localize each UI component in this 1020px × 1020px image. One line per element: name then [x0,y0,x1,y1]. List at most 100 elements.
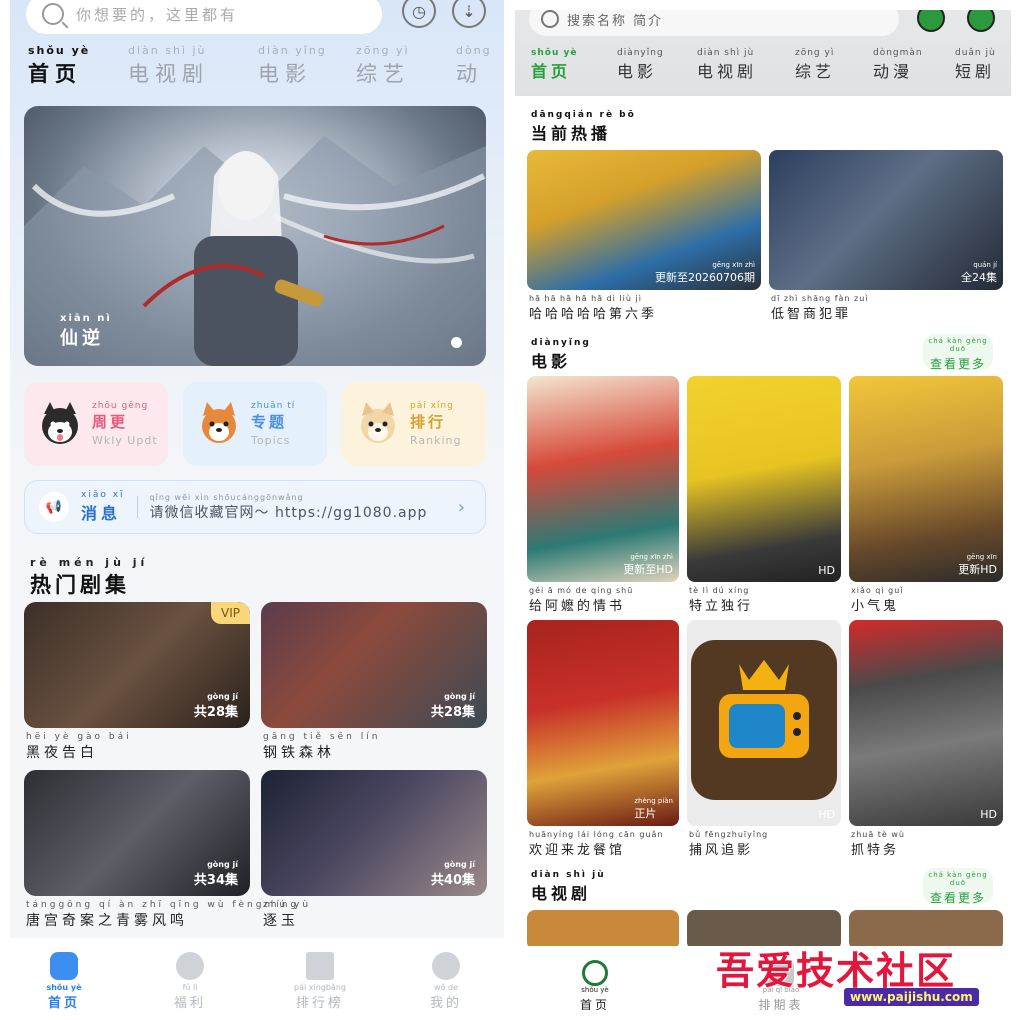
movie-title[interactable]: tè lì dú xíng 特立独行 [689,586,753,614]
tab-movie[interactable]: diànyǐng 电影 [617,48,664,82]
banner-title-pinyin: xiān nì [60,313,112,324]
chevron-right-icon: › [457,497,465,518]
history-icon[interactable] [967,10,995,32]
section-pinyin: diànyǐng [531,338,591,348]
nav-pinyin: fú lì [182,983,198,992]
show-card[interactable]: gòng jí 共34集 [24,770,250,896]
tab-pinyin: dòng [456,44,492,57]
nav-pinyin: wǒ de [434,983,458,992]
nav-pinyin: shǒu yè [581,986,609,994]
quick-subtitle: Wkly Updt [92,434,158,447]
weekly-update-button[interactable]: zhōu gēng 周更 Wkly Updt [24,382,168,466]
quick-pinyin: zhōu gēng [92,401,149,411]
section-heading: 电影 [531,352,572,371]
nav-label: 首页 [579,998,610,1010]
hero-banner[interactable]: xiān nì 仙逆 [24,106,486,366]
tag-text: 更新至20260706期 [655,271,755,284]
title-text: 小气鬼 [851,599,900,614]
tab-home[interactable]: shǒu yè 首页 [531,48,577,82]
show-card[interactable]: gòng jí 共28集 [261,602,487,728]
tab-label: 电影 [258,62,312,86]
carousel-indicator[interactable] [451,337,462,348]
movie-title[interactable]: xiǎo qì guǐ 小气鬼 [851,586,904,614]
nav-ranking[interactable]: pái xíngbǎng 排行榜 [280,952,360,1011]
movie-title[interactable]: huānyíng lái lóng cān guǎn 欢迎来龙餐馆 [529,830,664,858]
movie-title[interactable]: zhuā tè wù 抓特务 [851,830,905,858]
show-title[interactable]: zhú yù 逐玉 [263,900,311,930]
section-heading: 热门剧集 [30,573,130,597]
ranking-label: pái xíng 排行 Ranking [410,401,462,447]
notice-bar[interactable]: 📢 xiāo xī 消息 qǐng wēi xìn shōucánggōnwǎn… [24,480,486,534]
show-card[interactable]: gēng xīn zhì 更新至20260706期 [527,150,761,290]
tab-anime[interactable]: dòng 动 [456,44,492,88]
notice-text-pinyin: qǐng wēi xìn shōucánggōnwǎng [149,492,304,502]
download-icon[interactable]: ⇣ [452,0,486,28]
show-card[interactable]: VIP gòng jí 共28集 [24,602,250,728]
banner-title: xiān nì 仙逆 [60,313,112,350]
tag-pinyin: zhèng piàn [634,797,673,805]
title-pinyin: tè lì dú xíng [689,586,750,595]
nav-home[interactable]: shǒu yè 首页 [24,952,104,1011]
tab-movie[interactable]: diàn yǐng 电影 [258,44,327,88]
title-text: 特立独行 [689,599,754,614]
notice-label-pinyin: xiāo xī [81,490,125,500]
title-pinyin: huānyíng lái lóng cān guǎn [529,830,664,839]
tab-anime[interactable]: dòngmàn 动漫 [873,48,923,82]
watermark-text: 吾爱技术社区 [716,948,957,993]
movie-poster[interactable]: HD [849,620,1003,826]
notice-label-text: 消息 [81,504,122,523]
nav-mine[interactable]: wǒ de 我的 [406,952,486,1011]
title-text: 逐玉 [263,913,299,929]
category-tabs: shǒu yè 首页 diàn shì jù 电视剧 diàn yǐng 电影 … [10,44,504,94]
movie-title[interactable]: bǔ fēngzhuīyǐng 捕风追影 [689,830,768,858]
tab-pinyin: diàn shì jù [128,44,207,57]
tag-pinyin: gēng xīn [966,553,997,561]
show-title[interactable]: hēi yè gào bái 黑夜告白 [26,732,132,762]
movie-poster[interactable]: gēng xīn 更新HD [849,376,1003,582]
search-input[interactable]: 搜索名称 简介 [529,10,899,36]
tab-tv[interactable]: diàn shì jù 电视剧 [697,48,757,82]
tab-variety[interactable]: zōng yì 综艺 [795,48,835,82]
show-title[interactable]: gāng tiě sēn lín 钢铁森林 [263,732,380,762]
download-icon[interactable] [917,10,945,32]
banner-title-text: 仙逆 [60,328,104,349]
topics-button[interactable]: zhuān tí 专题 Topics [183,382,327,466]
tab-label: 综艺 [356,62,410,86]
tv-app-logo-icon [691,640,837,800]
nav-label: 排行榜 [295,996,344,1011]
tab-short-drama[interactable]: duǎn jù 短剧 [955,48,996,82]
search-input[interactable]: 你想要的，这里都有 [26,0,382,34]
top-header: 搜索名称 简介 shǒu yè 首页 diànyǐng 电影 diàn shì jù… [515,10,1011,96]
movie-title[interactable]: gěi ā mó de qíng shū 给阿嬷的情书 [529,586,633,614]
count-pinyin: gòng jí [444,860,475,869]
search-icon [42,3,64,25]
quality-tag: gēng xīn zhì 更新至HD [623,553,673,577]
update-tag: gēng xīn zhì 更新至20260706期 [655,261,755,285]
tab-variety[interactable]: zōng yì 综艺 [356,44,410,88]
movie-poster[interactable]: HD [687,376,841,582]
movie-poster-placeholder[interactable]: HD [687,620,841,826]
show-title[interactable]: hā hā hā hā hā dì liù jì 哈哈哈哈哈第六季 [529,294,657,322]
divider [136,496,138,518]
tab-pinyin: zōng yì [356,44,410,57]
tab-label: 综艺 [795,62,836,81]
movie-poster[interactable]: gēng xīn zhì 更新至HD [527,376,679,582]
view-more-movies-button[interactable]: chá kàn gèng duō 查看更多 [923,334,993,371]
history-icon[interactable]: ◷ [402,0,436,28]
tab-tv[interactable]: diàn shì jù 电视剧 [128,44,209,88]
title-pinyin: hā hā hā hā hā dì liù jì [529,294,642,303]
tag-text: 正片 [634,807,657,820]
show-title[interactable]: tánggōng qí àn zhī qīng wù fèngmíng 唐宫奇案之… [26,900,299,930]
show-card[interactable]: quán jí 全24集 [769,150,1003,290]
movie-poster[interactable]: zhèng piàn 正片 [527,620,679,826]
nav-home[interactable]: shǒu yè 首页 [555,960,635,1010]
tab-label: 电视剧 [128,62,209,86]
tab-label: 电影 [617,62,658,81]
tv-poster[interactable] [527,910,679,950]
nav-welfare[interactable]: fú lì 福利 [150,952,230,1011]
show-card[interactable]: gòng jí 共40集 [261,770,487,896]
tab-home[interactable]: shǒu yè 首页 [28,44,90,88]
view-more-tv-button[interactable]: chá kàn gèng duō 查看更多 [923,868,993,905]
ranking-button[interactable]: pái xíng 排行 Ranking [342,382,486,466]
show-title[interactable]: dī zhì shāng fàn zuì 低智商犯罪 [771,294,869,322]
